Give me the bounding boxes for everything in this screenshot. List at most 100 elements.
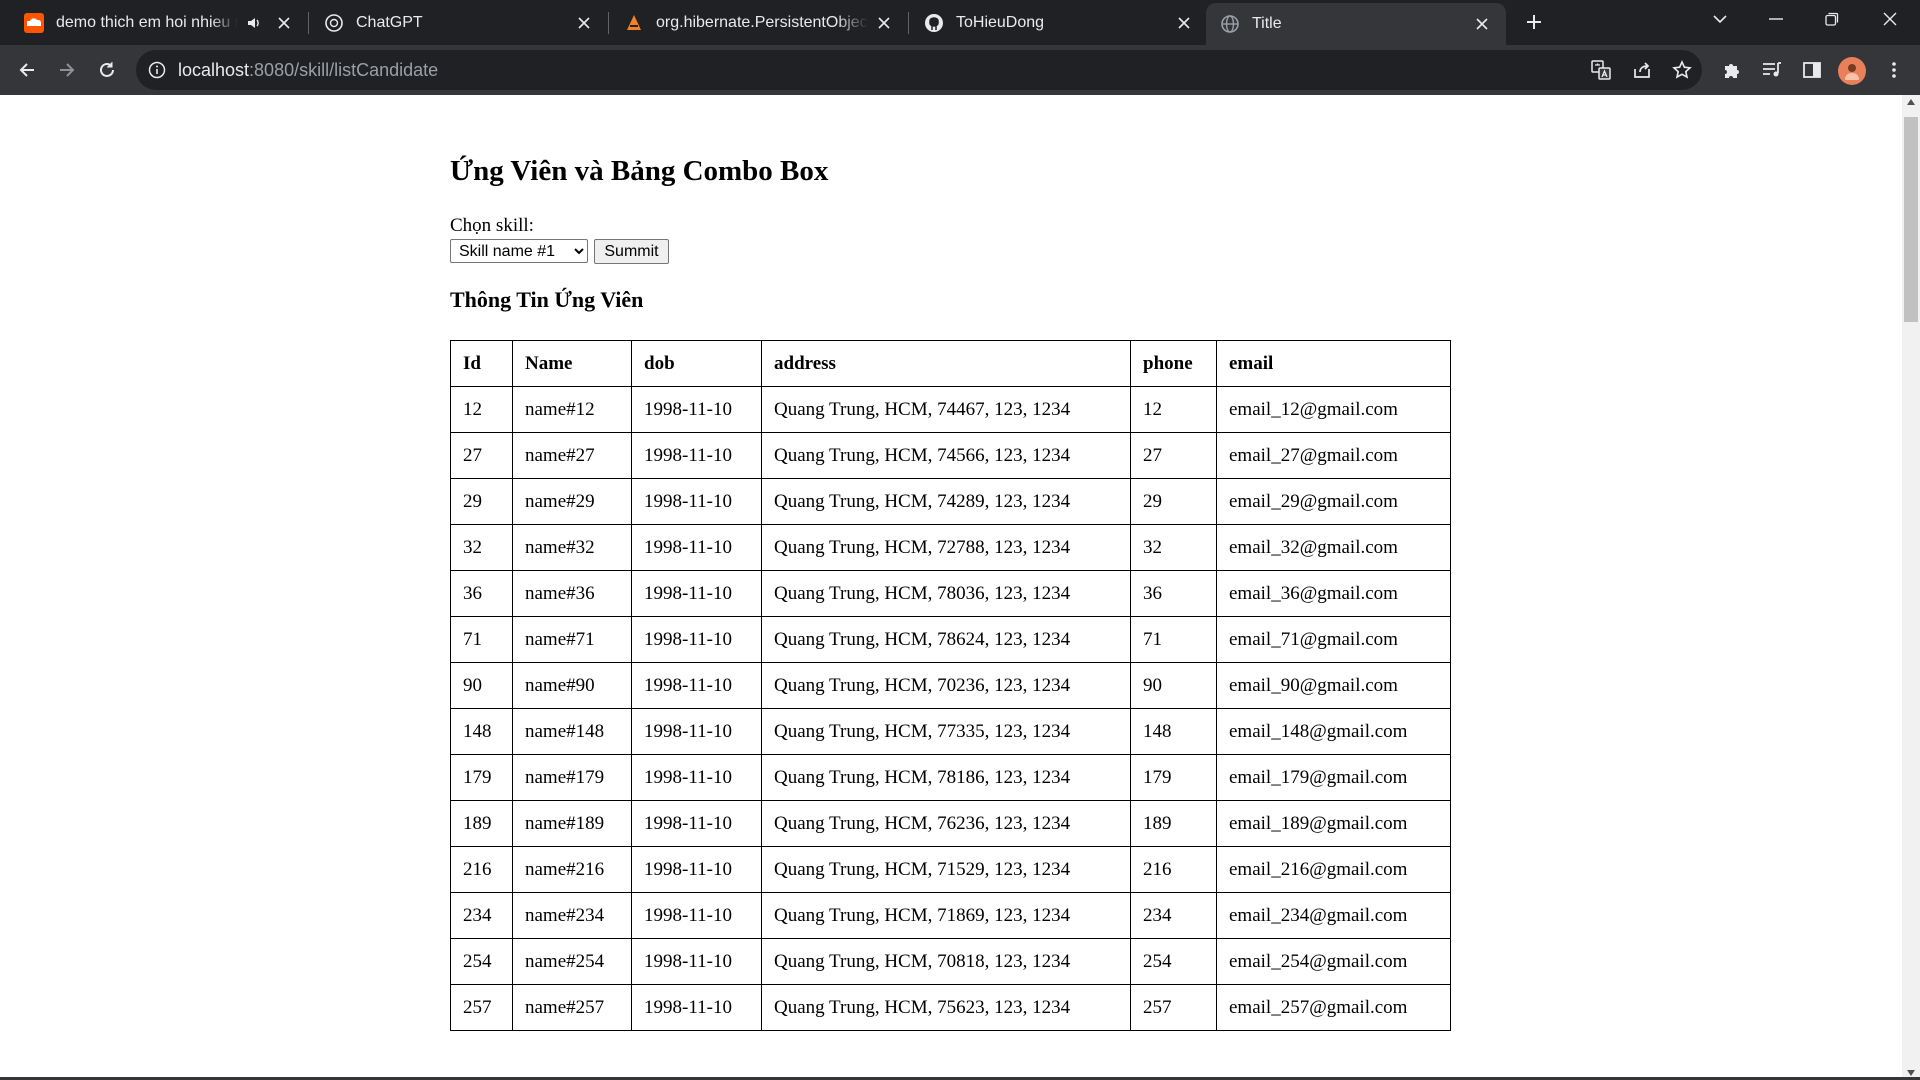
cell-email: email_148@gmail.com xyxy=(1216,708,1451,755)
table-row: 90 name#90 1998-11-10 Quang Trung, HCM, 702… xyxy=(450,662,1451,709)
new-tab-button[interactable] xyxy=(1520,8,1548,36)
cell-name: name#71 xyxy=(512,616,632,663)
restore-button[interactable] xyxy=(1804,0,1860,38)
cell-id: 71 xyxy=(450,616,513,663)
cell-id: 32 xyxy=(450,524,513,571)
page-viewport: Ứng Viên và Bảng Combo Box Chọn skill: S… xyxy=(0,95,1902,1080)
table-row: 189 name#189 1998-11-10 Quang Trung, HCM, 7… xyxy=(450,800,1451,847)
cell-email: email_27@gmail.com xyxy=(1216,432,1451,479)
table-row: 12 name#12 1998-11-10 Quang Trung, HCM, 744… xyxy=(450,386,1451,433)
cell-name: name#27 xyxy=(512,432,632,479)
tab-strip: demo thich em hoi nhieu mà ChatGPT org.h… xyxy=(0,0,1920,45)
chatgpt-icon xyxy=(324,13,344,33)
cell-address: Quang Trung, HCM, 72788, 123, 1234 xyxy=(761,524,1131,571)
cell-phone: 71 xyxy=(1130,616,1217,663)
table-row: 257 name#257 1998-11-10 Quang Trung, HCM, 7… xyxy=(450,984,1451,1031)
bookmark-button[interactable] xyxy=(1666,54,1698,86)
back-button[interactable] xyxy=(11,54,43,86)
cell-name: name#257 xyxy=(512,984,632,1031)
share-icon xyxy=(1634,62,1650,78)
url-text[interactable]: localhost:8080/skill/listCandidate xyxy=(178,50,438,90)
close-icon[interactable] xyxy=(574,13,594,33)
minimize-icon xyxy=(1769,18,1783,20)
cell-dob: 1998-11-10 xyxy=(631,478,762,525)
menu-button[interactable] xyxy=(1878,54,1910,86)
page-title: Ứng Viên và Bảng Combo Box xyxy=(450,155,829,187)
tab-search-button[interactable] xyxy=(1692,0,1748,38)
cell-dob: 1998-11-10 xyxy=(631,846,762,893)
cell-address: Quang Trung, HCM, 74566, 123, 1234 xyxy=(761,432,1131,479)
skill-select[interactable]: Skill name #1 xyxy=(450,239,588,263)
cell-dob: 1998-11-10 xyxy=(631,938,762,985)
tab-soundcloud[interactable]: demo thich em hoi nhieu mà xyxy=(10,0,308,45)
cell-dob: 1998-11-10 xyxy=(631,432,762,479)
playlist-icon xyxy=(1763,62,1781,77)
cell-address: Quang Trung, HCM, 75623, 123, 1234 xyxy=(761,984,1131,1031)
cell-phone: 148 xyxy=(1130,708,1217,755)
cell-name: name#234 xyxy=(512,892,632,939)
cell-address: Quang Trung, HCM, 78036, 123, 1234 xyxy=(761,570,1131,617)
close-window-button[interactable] xyxy=(1862,0,1918,38)
cell-email: email_254@gmail.com xyxy=(1216,938,1451,985)
forward-button[interactable] xyxy=(51,54,83,86)
close-icon[interactable] xyxy=(274,13,294,33)
cell-phone: 32 xyxy=(1130,524,1217,571)
tab-title-page[interactable]: Title xyxy=(1206,3,1506,45)
close-icon xyxy=(1883,12,1897,26)
vertical-scrollbar[interactable] xyxy=(1902,95,1920,1080)
cell-id: 216 xyxy=(450,846,513,893)
media-control-button[interactable] xyxy=(1756,54,1788,86)
cell-name: name#90 xyxy=(512,662,632,709)
summit-button[interactable]: Summit xyxy=(594,239,669,264)
cell-id: 257 xyxy=(450,984,513,1031)
cell-id: 234 xyxy=(450,892,513,939)
puzzle-icon xyxy=(1725,64,1739,78)
side-panel-button[interactable] xyxy=(1796,54,1828,86)
avatar[interactable] xyxy=(1838,57,1866,85)
info-icon[interactable] xyxy=(146,59,168,81)
cell-dob: 1998-11-10 xyxy=(631,662,762,709)
minimize-button[interactable] xyxy=(1748,0,1804,38)
column-header-email: email xyxy=(1216,340,1451,387)
cell-id: 148 xyxy=(450,708,513,755)
table-row: 179 name#179 1998-11-10 Quang Trung, HCM, 7… xyxy=(450,754,1451,801)
soundcloud-icon xyxy=(24,12,44,33)
column-header-address: address xyxy=(761,340,1131,387)
cell-phone: 29 xyxy=(1130,478,1217,525)
table-row: 148 name#148 1998-11-10 Quang Trung, HCM, 7… xyxy=(450,708,1451,755)
close-icon[interactable] xyxy=(1174,13,1194,33)
cell-name: name#254 xyxy=(512,938,632,985)
cell-id: 189 xyxy=(450,800,513,847)
translate-button[interactable] xyxy=(1585,54,1617,86)
cell-dob: 1998-11-10 xyxy=(631,386,762,433)
cell-dob: 1998-11-10 xyxy=(631,800,762,847)
star-icon xyxy=(1672,60,1692,79)
cell-dob: 1998-11-10 xyxy=(631,984,762,1031)
tab-github[interactable]: ToHieuDong xyxy=(910,0,1208,45)
cell-id: 12 xyxy=(450,386,513,433)
profile-icon xyxy=(1845,64,1859,80)
browser-toolbar: localhost:8080/skill/listCandidate xyxy=(0,45,1920,95)
candidate-table: Id Name dob address phone email 12 name#1… xyxy=(450,340,1451,1031)
reload-button[interactable] xyxy=(91,54,123,86)
table-row: 234 name#234 1998-11-10 Quang Trung, HCM, 7… xyxy=(450,892,1451,939)
tab-hibernate[interactable]: org.hibernate.PersistentObjectEx xyxy=(610,0,908,45)
cell-email: email_179@gmail.com xyxy=(1216,754,1451,801)
close-icon[interactable] xyxy=(874,13,894,33)
scrollbar-thumb[interactable] xyxy=(1904,117,1918,322)
speaker-icon[interactable] xyxy=(244,13,264,33)
tab-chatgpt[interactable]: ChatGPT xyxy=(310,0,608,45)
cell-phone: 90 xyxy=(1130,662,1217,709)
github-icon xyxy=(924,13,944,33)
cell-id: 179 xyxy=(450,754,513,801)
address-bar[interactable]: localhost:8080/skill/listCandidate xyxy=(136,50,1702,90)
table-header-row: Id Name dob address phone email xyxy=(450,340,1451,387)
cell-email: email_71@gmail.com xyxy=(1216,616,1451,663)
side-panel-icon xyxy=(1803,62,1821,78)
skill-label: Chọn skill: xyxy=(450,215,534,236)
close-icon[interactable] xyxy=(1472,14,1492,34)
share-button[interactable] xyxy=(1626,54,1658,86)
cell-address: Quang Trung, HCM, 76236, 123, 1234 xyxy=(761,800,1131,847)
scroll-up-icon[interactable] xyxy=(1906,97,1916,107)
extensions-button[interactable] xyxy=(1716,54,1748,86)
